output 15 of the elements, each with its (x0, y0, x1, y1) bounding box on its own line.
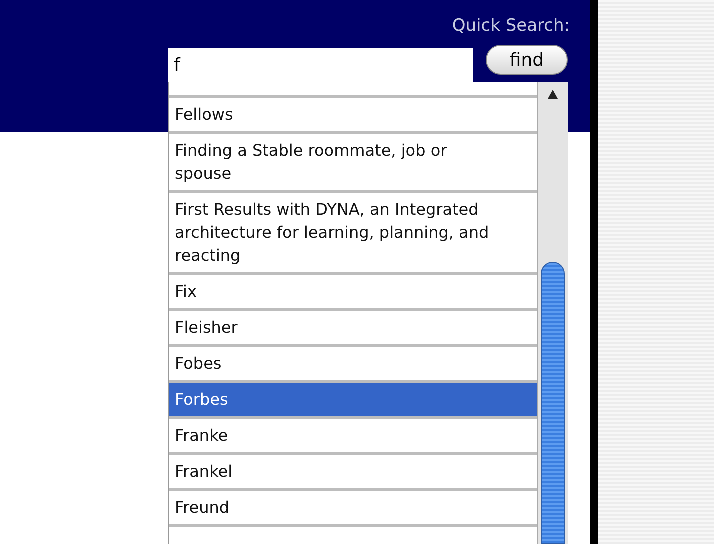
scrollbar[interactable] (537, 82, 568, 544)
result-item[interactable]: Fellows (169, 98, 537, 131)
result-item[interactable]: Frankel (169, 455, 537, 488)
scroll-thumb[interactable] (541, 262, 565, 544)
result-item[interactable]: Freund (169, 491, 537, 524)
result-item[interactable]: Forbes (169, 383, 537, 416)
quick-search-label: Quick Search: (452, 15, 570, 38)
result-item[interactable]: Finding a Stable roommate, job or spouse (169, 134, 537, 190)
search-field[interactable]: f (168, 48, 473, 82)
result-item[interactable]: Fobes (169, 347, 537, 380)
find-button[interactable]: find (486, 45, 568, 75)
result-item[interactable]: First Results with DYNA, an Integrated architecture for learning, planning, and reacting (169, 193, 537, 272)
result-item[interactable]: Fix (169, 275, 537, 308)
result-item[interactable]: Fleisher (169, 311, 537, 344)
result-item[interactable]: Franke (169, 419, 537, 452)
